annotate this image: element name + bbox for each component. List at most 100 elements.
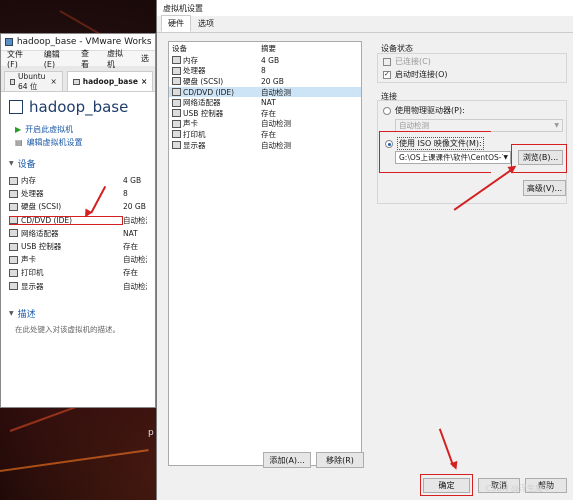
table-row[interactable]: 硬盘 (SCSI) 20 GB xyxy=(169,76,361,87)
advanced-button[interactable]: 高级(V)... xyxy=(523,180,566,196)
device-value: 存在 xyxy=(123,242,138,252)
chevron-down-icon: ▼ xyxy=(554,122,559,129)
device-cell: 声卡 xyxy=(172,118,261,129)
device-value: 存在 xyxy=(123,268,138,278)
play-icon: ▶ xyxy=(15,125,22,134)
cd-icon xyxy=(172,88,181,97)
sound-icon xyxy=(172,119,181,128)
printer-icon xyxy=(172,130,181,139)
tab-options[interactable]: 选项 xyxy=(191,15,221,32)
physical-drive-radio[interactable]: 使用物理驱动器(P): xyxy=(383,105,465,116)
table-row[interactable]: 声卡 自动检测 xyxy=(169,119,361,130)
window-title: hadoop_base - VMware Workstation xyxy=(16,37,151,47)
table-row[interactable]: USB 控制器 存在 xyxy=(169,108,361,119)
device-row[interactable]: 内存 4 GB xyxy=(9,174,147,187)
annotation-box-iso xyxy=(379,131,491,173)
device-name: 内存 xyxy=(183,55,198,65)
description-section-toggle[interactable]: ▼ 描述 xyxy=(9,307,147,320)
remove-device-button[interactable]: 移除(R) xyxy=(316,452,364,468)
table-row[interactable]: 处理器 8 xyxy=(169,66,361,77)
devices-section-toggle[interactable]: ▼ 设备 xyxy=(9,157,147,170)
device-summary: 自动检测 xyxy=(261,140,291,150)
connected-checkbox[interactable]: 已连接(C) xyxy=(383,56,431,67)
device-value: 20 GB xyxy=(123,202,146,212)
add-device-label: 添加(A)... xyxy=(269,455,305,465)
table-row[interactable]: 网络适配器 NAT xyxy=(169,97,361,108)
remove-device-label: 移除(R) xyxy=(326,455,354,465)
device-value: 自动检测 xyxy=(123,215,147,225)
cpu-icon xyxy=(9,189,18,198)
device-row[interactable]: 声卡 自动检测 xyxy=(9,253,147,266)
annotation-box-browse xyxy=(511,144,567,173)
menu-file[interactable]: 文件(F) xyxy=(7,49,34,69)
memory-icon xyxy=(172,56,181,65)
description-text[interactable]: 在此处键入对该虚拟机的描述。 xyxy=(15,324,147,335)
table-row[interactable]: 内存 4 GB xyxy=(169,55,361,66)
device-name-cell: 内存 xyxy=(9,175,123,186)
device-summary: 自动检测 xyxy=(261,87,291,97)
table-row[interactable]: 打印机 存在 xyxy=(169,129,361,140)
device-row[interactable]: 显示器 自动检测 xyxy=(9,280,147,293)
device-row[interactable]: 硬盘 (SCSI) 20 GB xyxy=(9,200,147,213)
disk-icon xyxy=(172,77,181,86)
radio-circle xyxy=(383,106,391,115)
tab-hadoop-base[interactable]: hadoop_base × xyxy=(66,71,154,91)
vm-tab-bar: Ubuntu 64 位 × hadoop_base × xyxy=(1,66,155,92)
device-summary: NAT xyxy=(261,98,276,108)
device-name: 打印机 xyxy=(21,268,44,278)
table-row[interactable]: 显示器 自动检测 xyxy=(169,140,361,151)
menu-edit[interactable]: 编辑(E) xyxy=(44,49,71,69)
device-name-cell: USB 控制器 xyxy=(9,241,123,252)
device-value: NAT xyxy=(123,228,138,238)
usb-icon xyxy=(172,109,181,118)
device-value: 8 xyxy=(123,189,128,199)
tab-hardware[interactable]: 硬件 xyxy=(161,15,191,32)
device-cell: USB 控制器 xyxy=(172,108,261,119)
power-on-link[interactable]: ▶ 开启此虚拟机 xyxy=(15,124,147,135)
table-header: 设备 摘要 xyxy=(169,42,361,55)
vm-name-text: hadoop_base xyxy=(29,98,129,116)
add-device-button[interactable]: 添加(A)... xyxy=(263,452,311,468)
device-name: 打印机 xyxy=(183,129,206,139)
device-row[interactable]: CD/DVD (IDE) 自动检测 xyxy=(9,214,147,227)
display-icon xyxy=(172,141,181,150)
edit-settings-link[interactable]: ▤ 编辑虚拟机设置 xyxy=(15,137,147,148)
connect-on-start-checkbox[interactable]: 启动时连接(O) xyxy=(383,69,448,80)
annotation-box-ok xyxy=(420,474,473,496)
connected-label: 已连接(C) xyxy=(395,57,431,66)
device-cell: 处理器 xyxy=(172,65,261,76)
menu-view[interactable]: 查看 xyxy=(81,48,97,70)
menu-vm[interactable]: 虚拟机 xyxy=(107,48,131,70)
device-summary: 自动检测 xyxy=(261,119,291,129)
device-name: 处理器 xyxy=(21,189,44,199)
close-icon[interactable]: × xyxy=(141,77,147,86)
vm-name-heading: hadoop_base xyxy=(9,98,147,116)
device-row[interactable]: 打印机 存在 xyxy=(9,266,147,279)
settings-icon: ▤ xyxy=(15,138,23,147)
device-name: USB 控制器 xyxy=(183,108,224,118)
device-name: 显示器 xyxy=(21,281,44,291)
device-name-cell: 网络适配器 xyxy=(9,228,123,239)
column-header-summary: 摘要 xyxy=(261,44,276,53)
device-cell: 内存 xyxy=(172,55,261,66)
vm-icon xyxy=(10,78,15,85)
device-row[interactable]: USB 控制器 存在 xyxy=(9,240,147,253)
device-row[interactable]: 网络适配器 NAT xyxy=(9,227,147,240)
usb-icon xyxy=(9,242,18,251)
collapse-icon: ▼ xyxy=(9,160,14,167)
device-value: 4 GB xyxy=(123,176,142,186)
dialog-tab-bar: 硬件 选项 xyxy=(157,15,573,33)
table-row[interactable]: CD/DVD (IDE) 自动检测 xyxy=(169,86,361,98)
vm-icon xyxy=(9,100,23,114)
device-row[interactable]: 处理器 8 xyxy=(9,187,147,200)
vm-icon xyxy=(72,78,80,85)
watermark-text: CSDN @浮生魔半 xyxy=(485,484,551,493)
device-name-cell: 硬盘 (SCSI) xyxy=(9,201,123,212)
device-name: USB 控制器 xyxy=(21,242,62,252)
close-icon[interactable]: × xyxy=(50,77,56,86)
annotation-arrow xyxy=(439,428,455,467)
menu-tabs[interactable]: 选 xyxy=(141,53,149,64)
tab-ubuntu[interactable]: Ubuntu 64 位 × xyxy=(4,71,63,91)
device-name: CD/DVD (IDE) xyxy=(21,215,73,225)
device-list: 内存 4 GB 处理器 8 硬盘 (SCSI) 20 GB CD/DVD (IDE) 自动检测… xyxy=(9,174,147,293)
